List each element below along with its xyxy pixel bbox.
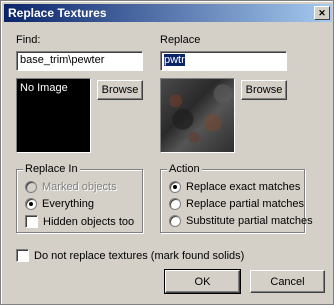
hidden-objects-option[interactable]: Hidden objects too (25, 215, 134, 228)
find-texture-preview: No Image (16, 78, 91, 153)
partial-matches-label: Replace partial matches (186, 198, 305, 210)
replace-textures-dialog: Replace Textures ✕ Find: base_trim\pewte… (0, 0, 334, 305)
find-label: Find: (16, 34, 41, 46)
everything-option[interactable]: Everything (25, 198, 94, 210)
replace-in-legend: Replace In (23, 163, 80, 175)
no-replace-checkbox[interactable] (16, 249, 29, 262)
title-bar[interactable]: Replace Textures ✕ (4, 4, 332, 22)
ok-label: OK (194, 275, 211, 288)
no-replace-label: Do not replace textures (mark found soli… (34, 249, 245, 262)
replace-browse-button[interactable]: Browse (241, 80, 287, 100)
action-legend: Action (167, 163, 202, 175)
find-browse-button[interactable]: Browse (97, 80, 143, 100)
replace-texture-preview (160, 78, 235, 153)
window-title: Replace Textures (8, 6, 107, 20)
find-input-value: base_trim\pewter (20, 54, 105, 66)
replace-label: Replace (160, 34, 201, 46)
replace-in-group: Replace In Marked objects Everything Hid… (16, 163, 143, 233)
replace-input-value: pwtr (164, 54, 185, 66)
exact-matches-label: Replace exact matches (186, 181, 301, 193)
cancel-label: Cancel (270, 275, 305, 288)
find-input[interactable]: base_trim\pewter (16, 51, 143, 71)
no-replace-option[interactable]: Do not replace textures (mark found soli… (16, 249, 244, 262)
replace-browse-label: Browse (245, 84, 283, 96)
everything-radio[interactable] (25, 198, 37, 210)
partial-matches-option[interactable]: Replace partial matches (169, 198, 304, 210)
hidden-objects-label: Hidden objects too (43, 215, 135, 228)
everything-label: Everything (42, 198, 94, 210)
no-image-label: No Image (20, 82, 68, 94)
exact-matches-option[interactable]: Replace exact matches (169, 181, 300, 193)
substitute-partial-label: Substitute partial matches (186, 215, 313, 227)
close-button[interactable]: ✕ (314, 6, 330, 20)
marked-objects-label: Marked objects (42, 181, 117, 193)
cancel-button[interactable]: Cancel (250, 270, 325, 293)
substitute-partial-radio[interactable] (169, 215, 181, 227)
substitute-partial-option[interactable]: Substitute partial matches (169, 215, 313, 227)
exact-matches-radio[interactable] (169, 181, 181, 193)
replace-input[interactable]: pwtr (160, 51, 287, 71)
find-browse-label: Browse (101, 84, 139, 96)
marked-objects-radio (25, 181, 37, 193)
hidden-objects-checkbox[interactable] (25, 215, 38, 228)
ok-button[interactable]: OK (164, 269, 241, 294)
action-group: Action Replace exact matches Replace par… (160, 163, 313, 233)
close-icon: ✕ (318, 7, 326, 18)
partial-matches-radio[interactable] (169, 198, 181, 210)
marked-objects-option: Marked objects (25, 181, 117, 193)
